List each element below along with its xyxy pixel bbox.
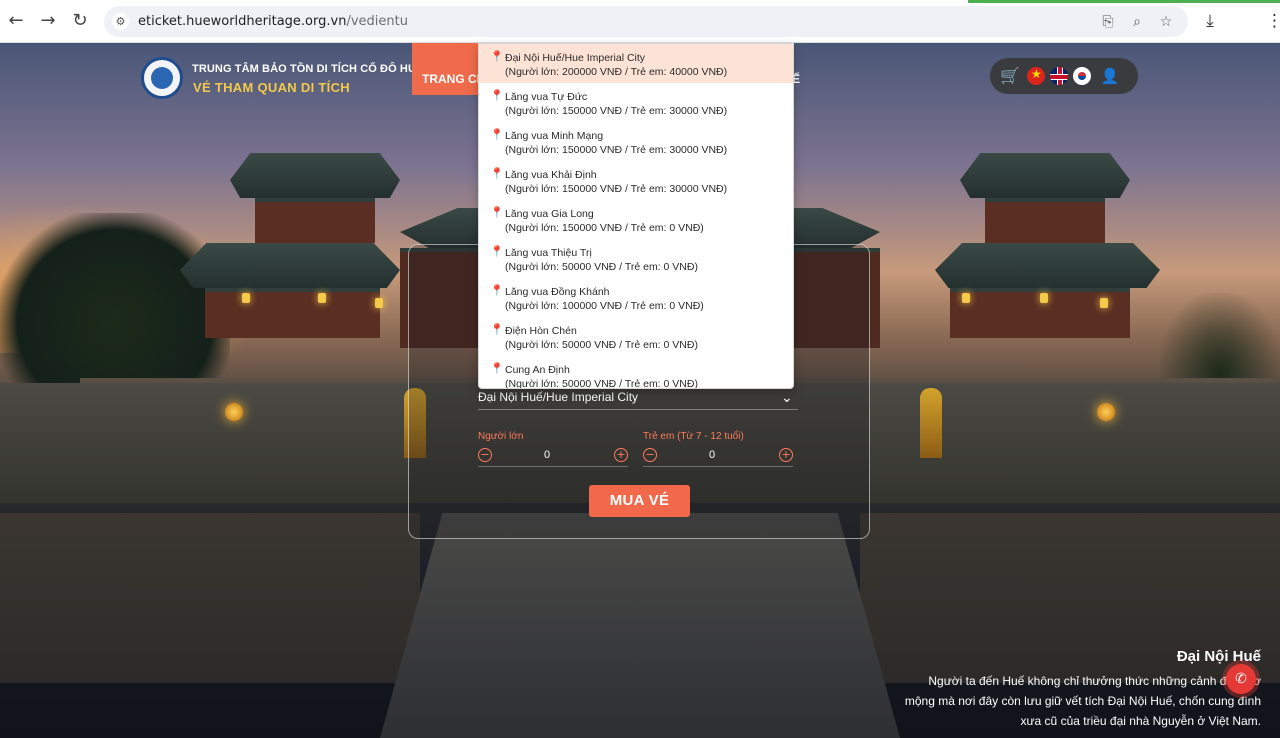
pavilion-roof-left-upper [230,153,400,198]
option-price: (Người lớn: 100000 VNĐ / Trẻ em: 0 VNĐ) [505,300,704,312]
location-pin-icon: 📍 [490,284,504,297]
wall-lamp-right [1097,403,1115,421]
english-flag-icon[interactable] [1050,67,1068,85]
site-logo[interactable] [141,57,183,99]
back-icon[interactable]: ← [6,11,26,31]
child-minus-button[interactable]: − [643,448,657,462]
buy-ticket-button[interactable]: MUA VÉ [589,485,690,517]
site-settings-icon[interactable]: ⚙ [112,13,129,30]
nav-home-label: TRANG CH [422,72,486,86]
pavilion-body-right-upper [985,198,1105,243]
child-count[interactable]: 0 [702,449,722,461]
header-utility-bar: 🛒 👤 [990,58,1138,94]
dropdown-option[interactable]: 📍 Cung An Định (Người lớn: 50000 VNĐ / T… [479,356,793,389]
dropdown-option[interactable]: 📍 Lăng vua Khải Định (Người lớn: 150000 … [479,161,793,200]
option-name: Lăng vua Đồng Khánh [505,286,610,298]
cart-icon[interactable]: 🛒 [1000,66,1020,86]
option-price: (Người lớn: 50000 VNĐ / Trẻ em: 0 VNĐ) [505,378,698,389]
vietnamese-flag-icon[interactable] [1027,67,1045,85]
option-price: (Người lớn: 150000 VNĐ / Trẻ em: 30000 V… [505,183,728,195]
lantern [962,293,970,303]
lantern [242,293,250,303]
dropdown-option[interactable]: 📍 Lăng vua Thiệu Trị (Người lớn: 50000 V… [479,239,793,278]
browser-toolbar: ← → ↻ ⚙ eticket.hueworldheritage.org.vn/… [0,0,1280,43]
wall-lamp-left [225,403,243,421]
zoom-icon[interactable]: ⌕ [1128,13,1146,31]
logo-emblem [151,67,173,89]
location-pin-icon: 📍 [490,89,504,102]
caption-text: Người ta đến Huế không chỉ thưởng thức n… [904,674,1261,728]
dropdown-option[interactable]: 📍 Lăng vua Tự Đức (Người lớn: 150000 VNĐ… [479,83,793,122]
location-pin-icon: 📍 [490,206,504,219]
option-name: Đại Nội Huế/Hue Imperial City [505,52,646,64]
option-price: (Người lớn: 150000 VNĐ / Trẻ em: 0 VNĐ) [505,222,704,234]
pavilion-body-left-lower [205,288,380,338]
option-price: (Người lớn: 50000 VNĐ / Trẻ em: 0 VNĐ) [505,339,698,351]
nav-home[interactable]: TRANG CH [412,43,485,95]
install-app-icon[interactable]: ⎘ [1099,13,1117,31]
pavilion-body-left-upper [255,198,375,243]
child-label: Trẻ em (Từ 7 - 12 tuổi) [643,431,744,442]
reload-icon[interactable]: ↻ [70,11,90,31]
pavilion-roof-right-lower [935,243,1160,288]
gate-light-right [920,388,942,458]
brand-title: TRUNG TÂM BẢO TỒN DI TÍCH CỐ ĐÔ HUẾ [192,63,424,75]
lantern [1040,293,1048,303]
option-price: (Người lớn: 200000 VNĐ / Trẻ em: 40000 V… [505,66,728,78]
lantern [1100,298,1108,308]
url-host: eticket.hueworldheritage.org.vn [138,14,347,29]
page-load-progress [968,0,1280,3]
dropdown-option[interactable]: 📍 Điện Hòn Chén (Người lớn: 50000 VNĐ / … [479,317,793,356]
site-select-value[interactable]: Đại Nội Huế/Hue Imperial City [478,390,638,404]
url-text[interactable]: eticket.hueworldheritage.org.vn/vedientu [138,14,408,29]
user-icon[interactable]: 👤 [1100,66,1120,86]
child-stepper-underline [643,466,793,467]
bridge-rail-left [0,513,420,683]
dropdown-option[interactable]: 📍 Lăng vua Đồng Khánh (Người lớn: 100000… [479,278,793,317]
adult-minus-button[interactable]: − [478,448,492,462]
phone-call-icon[interactable]: ✆ [1226,664,1256,694]
adult-count[interactable]: 0 [537,449,557,461]
download-icon[interactable]: ⤓ [1200,11,1220,31]
option-name: Điện Hòn Chén [505,325,577,337]
option-name: Lăng vua Thiệu Trị [505,247,592,259]
location-pin-icon: 📍 [490,323,504,336]
stone-bridge [380,513,900,738]
dropdown-option[interactable]: 📍 Lăng vua Gia Long (Người lớn: 150000 V… [479,200,793,239]
site-select-underline [478,409,798,410]
location-pin-icon: 📍 [490,362,504,375]
pavilion-roof-right-upper [960,153,1130,198]
korean-flag-icon[interactable] [1073,67,1091,85]
more-menu-icon[interactable]: ⋮ [1266,11,1280,31]
lantern [375,298,383,308]
location-pin-icon: 📍 [490,167,504,180]
option-name: Cung An Định [505,364,570,376]
option-name: Lăng vua Gia Long [505,208,594,220]
forward-icon[interactable]: → [38,11,58,31]
adult-plus-button[interactable]: + [614,448,628,462]
option-price: (Người lớn: 150000 VNĐ / Trẻ em: 30000 V… [505,105,728,117]
option-price: (Người lớn: 50000 VNĐ / Trẻ em: 0 VNĐ) [505,261,698,273]
url-path: /vedientu [346,14,408,29]
adult-stepper-underline [478,466,628,467]
option-price: (Người lớn: 150000 VNĐ / Trẻ em: 30000 V… [505,144,728,156]
option-name: Lăng vua Minh Mạng [505,130,604,142]
bookmark-star-icon[interactable]: ☆ [1157,13,1175,31]
option-name: Lăng vua Tự Đức [505,91,588,103]
location-pin-icon: 📍 [490,50,504,63]
dropdown-option[interactable]: 📍 Đại Nội Huế/Hue Imperial City (Người l… [479,44,793,83]
child-plus-button[interactable]: + [779,448,793,462]
adult-label: Người lớn [478,431,524,442]
option-name: Lăng vua Khải Định [505,169,597,181]
address-bar[interactable]: ⚙ eticket.hueworldheritage.org.vn/vedien… [104,6,1188,37]
site-dropdown-list: 📍 Đại Nội Huế/Hue Imperial City (Người l… [478,43,794,389]
location-pin-icon: 📍 [490,245,504,258]
location-pin-icon: 📍 [490,128,504,141]
dropdown-option[interactable]: 📍 Lăng vua Minh Mạng (Người lớn: 150000 … [479,122,793,161]
pavilion-roof-left-lower [180,243,400,288]
caption-title: Đại Nội Huế [1176,648,1261,665]
chevron-down-icon[interactable]: ⌄ [781,390,795,406]
brand-subtitle: VÉ THAM QUAN DI TÍCH [193,80,350,95]
lantern [318,293,326,303]
